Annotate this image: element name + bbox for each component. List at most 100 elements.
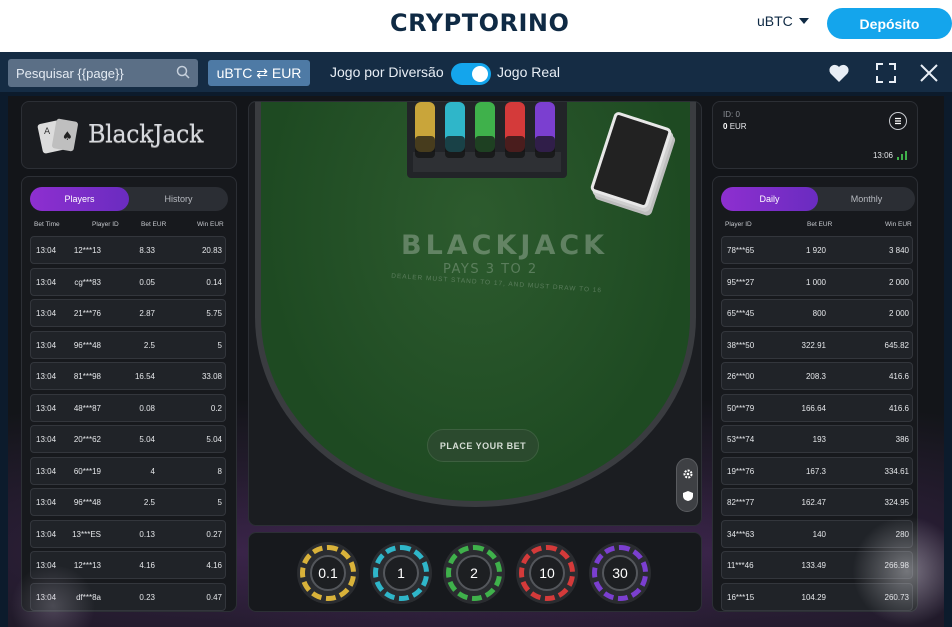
players-panel: Players History Bet Time Player ID Bet E… — [21, 176, 237, 612]
player-id-cell: 78***65 — [727, 246, 755, 255]
bet-time-cell: 13:04 — [36, 498, 57, 507]
player-id-cell: 82***77 — [727, 498, 755, 507]
bet-amount-cell: 166.64 — [801, 403, 826, 413]
tab-daily[interactable]: Daily — [721, 187, 818, 211]
chip-value: 10 — [529, 555, 565, 591]
player-id-cell: 60***19 — [73, 466, 101, 476]
close-icon[interactable] — [917, 61, 941, 85]
table-title: BLACKJACK — [401, 230, 609, 261]
currency-convert-button[interactable]: uBTC ⇄ EUR — [208, 60, 310, 86]
tab-monthly[interactable]: Monthly — [818, 187, 915, 211]
bet-amount-cell: 2.87 — [139, 309, 155, 318]
player-id-cell: cg***83 — [74, 277, 101, 287]
player-id-cell: 13***ES — [72, 529, 101, 539]
player-id-cell: 65***45 — [727, 309, 755, 318]
bet-amount-cell: 2.5 — [143, 340, 155, 350]
win-amount-cell: 2 000 — [888, 277, 909, 287]
table-row: 78***65 1 920 3 840 — [721, 236, 913, 264]
search-icon[interactable] — [176, 65, 190, 79]
account-info-panel: ID: 0 0 EUR 13:06 — [712, 101, 918, 169]
game-frame: uBTC ⇄ EUR Jogo por Diversão Jogo Real A… — [0, 52, 952, 627]
win-amount-cell: 4.16 — [206, 561, 222, 570]
chip-button[interactable]: 2 — [443, 542, 505, 604]
chip-rack — [407, 102, 567, 178]
mode-toggle[interactable] — [451, 63, 491, 85]
account-balance: 0 EUR — [723, 122, 747, 131]
bet-amount-cell: 322.91 — [801, 340, 826, 350]
toggle-knob — [472, 66, 488, 82]
bet-amount-cell: 208.3 — [805, 372, 826, 381]
chip-value: 0.1 — [310, 555, 346, 591]
blackjack-table: BLACKJACK PAYS 3 TO 2 DEALER MUST STAND … — [248, 101, 702, 526]
column-header-win: Win EUR — [197, 221, 224, 228]
heart-icon[interactable] — [827, 61, 851, 85]
win-amount-cell: 645.82 — [884, 340, 909, 350]
bet-amount-cell: 2.5 — [143, 498, 155, 507]
table-row: 82***77 162.47 324.95 — [721, 488, 913, 516]
shield-icon[interactable] — [682, 490, 694, 502]
bet-amount-cell: 4 — [150, 466, 155, 476]
column-header-player-id: Player ID — [725, 221, 752, 228]
player-id-cell: 81***98 — [73, 372, 101, 381]
chip-button[interactable]: 30 — [589, 542, 651, 604]
bet-amount-cell: 800 — [812, 309, 826, 318]
chip-button[interactable]: 0.1 — [297, 542, 359, 604]
search-box[interactable] — [8, 59, 198, 87]
bet-time-cell: 13:04 — [36, 340, 57, 350]
search-input[interactable] — [16, 65, 166, 81]
win-amount-cell: 5 — [217, 498, 222, 507]
bet-amount-cell: 5.04 — [139, 435, 155, 444]
fullscreen-icon[interactable] — [874, 61, 898, 85]
player-id-cell: 53***74 — [727, 435, 755, 444]
win-amount-cell: 386 — [895, 435, 909, 444]
table-side-controls — [676, 458, 698, 512]
leaderboard-tabs: Daily Monthly — [721, 187, 915, 211]
settings-gear-icon[interactable] — [682, 468, 694, 480]
currency-select[interactable]: uBTC — [757, 13, 809, 29]
tab-history[interactable]: History — [129, 187, 228, 211]
table-row: 19***76 167.3 334.61 — [721, 456, 913, 485]
card-deck — [589, 110, 673, 210]
bet-time-cell: 13:04 — [36, 435, 57, 444]
bet-time-cell: 13:04 — [36, 277, 57, 287]
site-logo[interactable]: CRYPTORINO — [390, 9, 569, 37]
win-amount-cell: 8 — [217, 466, 222, 476]
win-amount-cell: 0.14 — [206, 277, 222, 287]
player-id-cell: 96***48 — [73, 498, 101, 507]
bet-amount-cell: 0.23 — [139, 592, 155, 602]
game-logo-panel: A ♠ BlackJack — [21, 101, 237, 169]
player-id-cell: 20***62 — [73, 435, 101, 444]
chip-button[interactable]: 1 — [370, 542, 432, 604]
column-header-player-id: Player ID — [92, 221, 119, 228]
win-amount-cell: 0.27 — [206, 529, 222, 539]
bet-amount-cell: 193 — [812, 435, 826, 444]
bet-time-cell: 13:04 — [36, 372, 57, 381]
table-row: 13:04 12***13 8.33 20.83 — [30, 236, 226, 264]
tab-players[interactable]: Players — [30, 187, 129, 211]
table-row: 13:04 96***48 2.5 5 — [30, 330, 226, 359]
player-id-cell: 16***15 — [727, 592, 755, 602]
players-tabs: Players History — [30, 187, 228, 211]
real-mode-label: Jogo Real — [497, 64, 561, 80]
column-header-win: Win EUR — [885, 221, 912, 228]
win-amount-cell: 3 840 — [888, 246, 909, 255]
bet-amount-cell: 1 920 — [805, 246, 826, 255]
player-id-cell: 34***63 — [727, 529, 755, 539]
player-id-cell: 12***13 — [73, 246, 101, 255]
clock: 13:06 — [872, 151, 893, 160]
win-amount-cell: 0.2 — [210, 403, 222, 413]
game-toolbar: uBTC ⇄ EUR Jogo por Diversão Jogo Real — [0, 52, 952, 92]
menu-button[interactable] — [889, 112, 907, 130]
chip-button[interactable]: 10 — [516, 542, 578, 604]
win-amount-cell: 324.95 — [884, 498, 909, 507]
menu-icon — [895, 117, 901, 125]
table-row: 53***74 193 386 — [721, 425, 913, 453]
deposit-button[interactable]: Depósito — [827, 8, 952, 39]
player-id-cell: 12***13 — [73, 561, 101, 570]
table-felt: BLACKJACK PAYS 3 TO 2 DEALER MUST STAND … — [255, 102, 698, 512]
bet-amount-cell: 140 — [812, 529, 826, 539]
bet-amount-cell: 0.13 — [139, 529, 155, 539]
bet-amount-cell: 0.05 — [139, 277, 155, 287]
bet-amount-cell: 104.29 — [801, 592, 826, 602]
place-bet-button[interactable]: PLACE YOUR BET — [427, 429, 539, 462]
